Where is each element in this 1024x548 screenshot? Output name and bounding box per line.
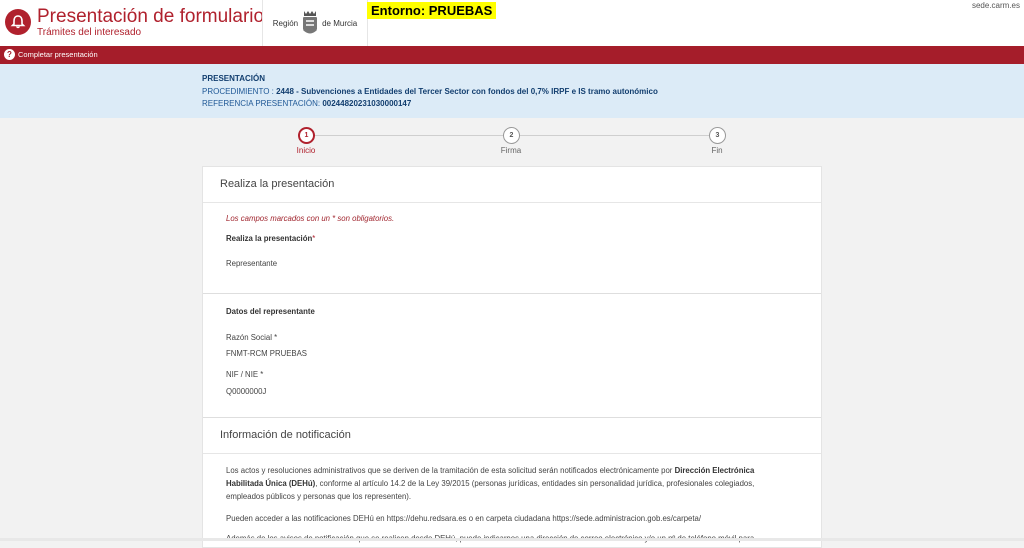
step-3-circle: 3 (709, 127, 726, 144)
step-3-label: Fin (711, 146, 723, 155)
reference-value: 00244820231030000147 (322, 99, 412, 108)
region-logo-right-text: de Murcia (322, 18, 358, 28)
notification-paragraph-1: Los actos y resoluciones administrativos… (226, 464, 792, 503)
presentation-field-label: Realiza la presentación* (226, 234, 315, 243)
step-connector (520, 135, 718, 136)
page-header: Presentación de formulario Trámites del … (0, 0, 1024, 46)
step-1-circle: 1 (298, 127, 315, 144)
notification-paragraph-1-start: Los actos y resoluciones administrativos… (226, 466, 675, 475)
step-2-label: Firma (500, 146, 522, 155)
company-name-label: Razón Social * (226, 333, 278, 342)
step-2-circle: 2 (503, 127, 520, 144)
presentation-field-value: Representante (226, 259, 278, 268)
representative-section-title: Datos del representante (226, 307, 315, 316)
presentation-section-header: Realiza la presentación (203, 167, 821, 203)
procedure-info-band: PRESENTACIÓN PROCEDIMIENTO : 2448 - Subv… (0, 64, 1024, 118)
complete-presentation-link[interactable]: Completar presentación (18, 49, 98, 60)
notification-section-title: Información de notificación (220, 429, 351, 441)
procedure-value: 2448 - Subvenciones a Entidades del Terc… (276, 87, 658, 96)
procedure-label: PROCEDIMIENTO : (202, 87, 274, 96)
region-logo-left-text: Región (272, 18, 299, 28)
progress-stepper: 1 Inicio 2 Firma 3 Fin (202, 124, 820, 160)
section-divider (203, 293, 821, 294)
help-icon[interactable]: ? (4, 49, 15, 60)
nif-value: Q0000000J (226, 387, 267, 396)
presentation-field-label-text: Realiza la presentación (226, 234, 313, 243)
reference-label: REFERENCIA PRESENTACIÓN: (202, 99, 321, 108)
app-title: Presentación de formulario (37, 6, 265, 27)
app-subtitle: Trámites del interesado (37, 27, 142, 38)
region-de-murcia-logo[interactable]: Región de Murcia (262, 0, 368, 46)
required-fields-note: Los campos marcados con un * son obligat… (226, 214, 395, 223)
reference-line: REFERENCIA PRESENTACIÓN: 002448202310300… (202, 99, 411, 108)
bell-logo-icon (5, 9, 31, 35)
step-1-label: Inicio (296, 146, 316, 155)
presentation-section-title: Realiza la presentación (220, 178, 335, 190)
company-name-value: FNMT-RCM PRUEBAS (226, 349, 308, 358)
environment-badge: Entorno: PRUEBAS (367, 2, 497, 19)
nif-label: NIF / NIE * (226, 370, 264, 379)
info-heading: PRESENTACIÓN (202, 74, 265, 83)
procedure-line: PROCEDIMIENTO : 2448 - Subvenciones a En… (202, 87, 658, 96)
required-mark: * (312, 234, 316, 243)
notification-paragraph-2: Pueden acceder a las notificaciones DEHú… (226, 514, 702, 523)
site-host: sede.carm.es (971, 1, 1020, 10)
notification-section-header: Información de notificación (203, 418, 821, 454)
coat-of-arms-icon (303, 11, 318, 34)
action-bar: ? Completar presentación (0, 46, 1024, 64)
form-card: Realiza la presentación Los campos marca… (202, 166, 822, 548)
step-connector (312, 135, 507, 136)
